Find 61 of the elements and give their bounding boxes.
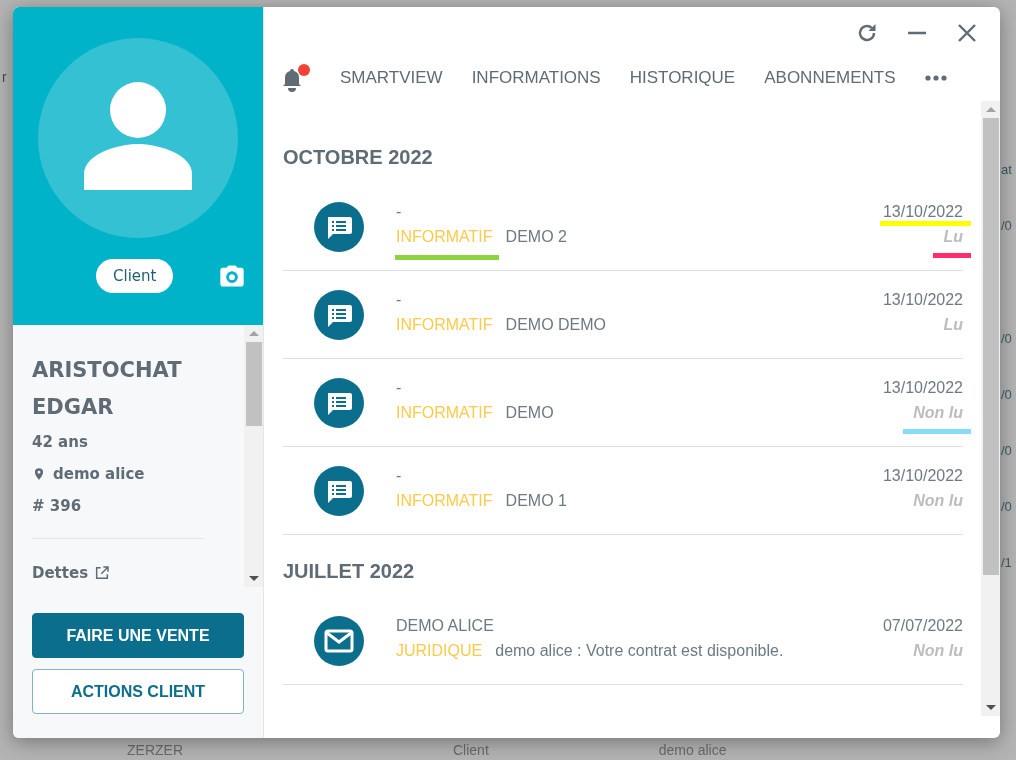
message-date: 13/10/2022 xyxy=(882,378,963,397)
background-text: at xyxy=(1001,161,1013,179)
message-subject: DEMO xyxy=(505,403,554,422)
tab[interactable]: HISTORIQUE xyxy=(629,68,736,88)
chat-list-icon xyxy=(314,290,364,340)
message-date: 13/10/2022 xyxy=(882,290,963,309)
message-date: 13/10/2022 xyxy=(882,466,963,485)
action-button[interactable]: FAIRE UNE VENTE xyxy=(32,613,244,658)
chat-list-icon xyxy=(314,202,364,252)
tab[interactable]: ABONNEMENTS xyxy=(764,68,896,88)
category-label: INFORMATIF xyxy=(396,315,493,334)
background-text: /0 xyxy=(1001,498,1013,516)
client-location: demo alice xyxy=(53,464,145,484)
month-heading: OCTOBRE 2022 xyxy=(283,146,434,170)
client-name: ARISTOCHAT EDGAR xyxy=(32,357,183,421)
chat-list-icon xyxy=(314,466,364,516)
message-title: DEMO ALICE xyxy=(396,616,494,635)
role-badge: Client xyxy=(96,259,174,293)
background-text: r xyxy=(2,69,7,85)
category-label: INFORMATIF xyxy=(396,491,493,510)
read-status: Lu xyxy=(943,315,963,334)
month-heading: JUILLET 2022 xyxy=(283,560,416,584)
background-text: Client xyxy=(453,742,489,758)
message-subject: demo alice : Votre contrat est disponible. xyxy=(495,641,784,660)
message-subject: DEMO 1 xyxy=(505,491,567,510)
background-text: /0 xyxy=(1001,386,1013,404)
read-status: Non lu xyxy=(913,641,963,660)
chat-list-icon xyxy=(314,378,364,428)
message-date: 07/07/2022 xyxy=(882,616,963,635)
background-text: /0 xyxy=(1001,217,1013,235)
envelope-icon xyxy=(314,616,364,666)
message-subject: DEMO DEMO xyxy=(505,315,607,334)
scrollbar[interactable] xyxy=(244,325,263,587)
message-title: - xyxy=(396,466,402,485)
read-status: Lu xyxy=(943,227,963,245)
debts-link[interactable]: Dettes xyxy=(32,563,89,583)
message-title: - xyxy=(396,202,402,221)
message-date: 13/10/2022 xyxy=(882,202,963,220)
read-status: Non lu xyxy=(913,403,963,421)
tab[interactable]: INFORMATIONS xyxy=(471,68,601,88)
action-button[interactable]: ACTIONS CLIENT xyxy=(32,669,244,714)
message-subject: DEMO 2 xyxy=(505,227,567,246)
tab[interactable]: SMARTVIEW xyxy=(340,68,443,88)
category-label: JURIDIQUE xyxy=(396,641,483,660)
read-status: Non lu xyxy=(913,491,963,510)
client-age: 42 ans xyxy=(32,432,89,452)
location-pin-icon xyxy=(32,466,46,482)
scrollbar[interactable] xyxy=(981,101,1000,716)
category-label: INFORMATIF xyxy=(396,227,493,245)
background-text: /0 xyxy=(1001,330,1013,348)
category-label: INFORMATIF xyxy=(396,403,493,422)
background-text: demo alice xyxy=(658,742,727,758)
external-link-icon[interactable] xyxy=(94,565,111,581)
message-title: - xyxy=(396,378,402,397)
background-text: /1 xyxy=(1001,554,1013,572)
client-number: # 396 xyxy=(32,496,83,516)
avatar-icon xyxy=(38,38,238,238)
background-text: /0 xyxy=(1001,442,1013,460)
more-icon[interactable] xyxy=(924,75,947,81)
message-title: - xyxy=(396,290,402,309)
background-text: ZERZER xyxy=(127,742,183,758)
